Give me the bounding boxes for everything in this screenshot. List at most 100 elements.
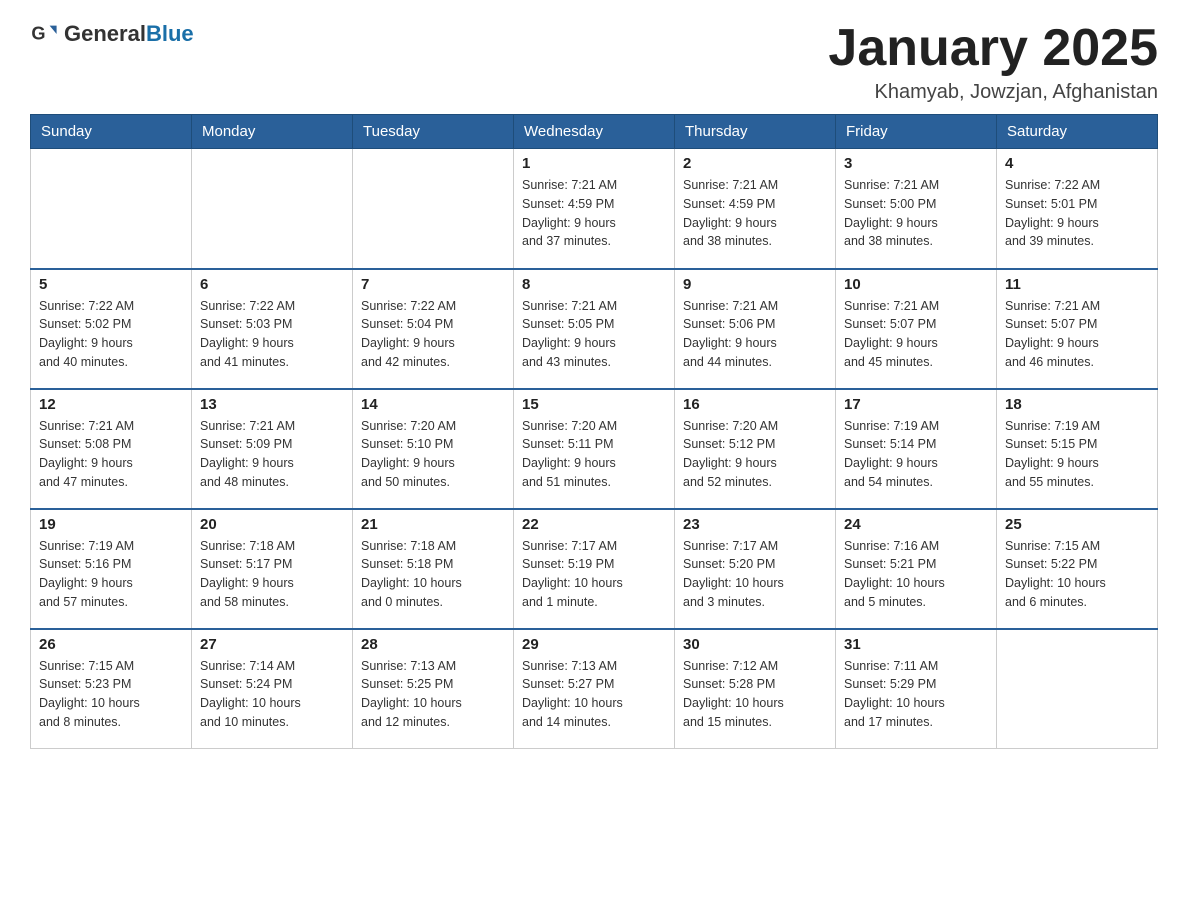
day-number: 16 bbox=[683, 396, 827, 413]
day-number: 24 bbox=[844, 516, 988, 533]
table-row: 31 Sunrise: 7:11 AM Sunset: 5:29 PM Dayli… bbox=[836, 629, 997, 749]
day-number: 1 bbox=[522, 155, 666, 172]
table-row: 5Sunrise: 7:22 AM Sunset: 5:02 PM Daylig… bbox=[31, 269, 192, 389]
day-info: Sunrise: 7:18 AM Sunset: 5:17 PM Dayligh… bbox=[200, 537, 344, 612]
day-number: 2 bbox=[683, 155, 827, 172]
table-row bbox=[192, 149, 353, 269]
logo-icon: G bbox=[30, 20, 58, 48]
day-info: Sunrise: 7:20 AM Sunset: 5:10 PM Dayligh… bbox=[361, 417, 505, 492]
day-number: 26 bbox=[39, 636, 183, 653]
table-row: 16Sunrise: 7:20 AM Sunset: 5:12 PM Dayli… bbox=[675, 389, 836, 509]
day-info: Sunrise: 7:15 AM Sunset: 5:23 PM Dayligh… bbox=[39, 657, 183, 732]
day-number: 27 bbox=[200, 636, 344, 653]
day-number: 28 bbox=[361, 636, 505, 653]
table-row: 4 Sunrise: 7:22 AM Sunset: 5:01 PM Daylig… bbox=[997, 149, 1158, 269]
table-row bbox=[997, 629, 1158, 749]
day-info: Sunrise: 7:21 AM Sunset: 5:09 PM Dayligh… bbox=[200, 417, 344, 492]
day-info: Sunrise: 7:22 AM Sunset: 5:01 PM Dayligh… bbox=[1005, 176, 1149, 251]
header-saturday: Saturday bbox=[997, 115, 1158, 149]
header-sunday: Sunday bbox=[31, 115, 192, 149]
table-row: 11 Sunrise: 7:21 AM Sunset: 5:07 PM Dayli… bbox=[997, 269, 1158, 389]
day-info: Sunrise: 7:13 AM Sunset: 5:25 PM Dayligh… bbox=[361, 657, 505, 732]
day-info: Sunrise: 7:18 AM Sunset: 5:18 PM Dayligh… bbox=[361, 537, 505, 612]
day-info: Sunrise: 7:21 AM Sunset: 5:06 PM Dayligh… bbox=[683, 297, 827, 372]
calendar-week-row: 19 Sunrise: 7:19 AM Sunset: 5:16 PM Dayli… bbox=[31, 509, 1158, 629]
table-row: 22 Sunrise: 7:17 AM Sunset: 5:19 PM Dayli… bbox=[514, 509, 675, 629]
day-info: Sunrise: 7:21 AM Sunset: 5:05 PM Dayligh… bbox=[522, 297, 666, 372]
table-row: 25Sunrise: 7:15 AM Sunset: 5:22 PM Dayli… bbox=[997, 509, 1158, 629]
logo-text-general: General bbox=[64, 21, 146, 46]
title-area: January 2025 Khamyab, Jowzjan, Afghanist… bbox=[828, 20, 1158, 104]
weekday-header-row: Sunday Monday Tuesday Wednesday Thursday… bbox=[31, 115, 1158, 149]
table-row: 7Sunrise: 7:22 AM Sunset: 5:04 PM Daylig… bbox=[353, 269, 514, 389]
day-number: 30 bbox=[683, 636, 827, 653]
day-number: 23 bbox=[683, 516, 827, 533]
table-row: 24 Sunrise: 7:16 AM Sunset: 5:21 PM Dayli… bbox=[836, 509, 997, 629]
day-info: Sunrise: 7:22 AM Sunset: 5:04 PM Dayligh… bbox=[361, 297, 505, 372]
table-row: 18Sunrise: 7:19 AM Sunset: 5:15 PM Dayli… bbox=[997, 389, 1158, 509]
table-row: 23 Sunrise: 7:17 AM Sunset: 5:20 PM Dayli… bbox=[675, 509, 836, 629]
table-row: 30Sunrise: 7:12 AM Sunset: 5:28 PM Dayli… bbox=[675, 629, 836, 749]
table-row: 29 Sunrise: 7:13 AM Sunset: 5:27 PM Dayli… bbox=[514, 629, 675, 749]
day-number: 8 bbox=[522, 276, 666, 293]
calendar-week-row: 26 Sunrise: 7:15 AM Sunset: 5:23 PM Dayli… bbox=[31, 629, 1158, 749]
logo-text-blue: Blue bbox=[146, 21, 194, 46]
table-row: 15 Sunrise: 7:20 AM Sunset: 5:11 PM Dayli… bbox=[514, 389, 675, 509]
day-info: Sunrise: 7:21 AM Sunset: 5:07 PM Dayligh… bbox=[1005, 297, 1149, 372]
calendar-week-row: 12Sunrise: 7:21 AM Sunset: 5:08 PM Dayli… bbox=[31, 389, 1158, 509]
day-number: 10 bbox=[844, 276, 988, 293]
day-info: Sunrise: 7:19 AM Sunset: 5:14 PM Dayligh… bbox=[844, 417, 988, 492]
day-number: 22 bbox=[522, 516, 666, 533]
day-info: Sunrise: 7:19 AM Sunset: 5:16 PM Dayligh… bbox=[39, 537, 183, 612]
day-number: 31 bbox=[844, 636, 988, 653]
day-info: Sunrise: 7:21 AM Sunset: 5:08 PM Dayligh… bbox=[39, 417, 183, 492]
table-row: 14 Sunrise: 7:20 AM Sunset: 5:10 PM Dayli… bbox=[353, 389, 514, 509]
table-row: 28 Sunrise: 7:13 AM Sunset: 5:25 PM Dayli… bbox=[353, 629, 514, 749]
table-row: 17 Sunrise: 7:19 AM Sunset: 5:14 PM Dayli… bbox=[836, 389, 997, 509]
table-row: 1 Sunrise: 7:21 AM Sunset: 4:59 PM Daylig… bbox=[514, 149, 675, 269]
day-info: Sunrise: 7:21 AM Sunset: 5:07 PM Dayligh… bbox=[844, 297, 988, 372]
table-row: 21 Sunrise: 7:18 AM Sunset: 5:18 PM Dayli… bbox=[353, 509, 514, 629]
day-number: 29 bbox=[522, 636, 666, 653]
day-info: Sunrise: 7:16 AM Sunset: 5:21 PM Dayligh… bbox=[844, 537, 988, 612]
calendar-table: Sunday Monday Tuesday Wednesday Thursday… bbox=[30, 114, 1158, 749]
day-number: 21 bbox=[361, 516, 505, 533]
svg-text:G: G bbox=[31, 24, 45, 44]
day-info: Sunrise: 7:11 AM Sunset: 5:29 PM Dayligh… bbox=[844, 657, 988, 732]
logo: G GeneralBlue bbox=[30, 20, 194, 48]
day-number: 15 bbox=[522, 396, 666, 413]
header-wednesday: Wednesday bbox=[514, 115, 675, 149]
day-info: Sunrise: 7:17 AM Sunset: 5:19 PM Dayligh… bbox=[522, 537, 666, 612]
table-row: 12Sunrise: 7:21 AM Sunset: 5:08 PM Dayli… bbox=[31, 389, 192, 509]
calendar-week-row: 5Sunrise: 7:22 AM Sunset: 5:02 PM Daylig… bbox=[31, 269, 1158, 389]
table-row: 20Sunrise: 7:18 AM Sunset: 5:17 PM Dayli… bbox=[192, 509, 353, 629]
month-title: January 2025 bbox=[828, 20, 1158, 77]
day-info: Sunrise: 7:20 AM Sunset: 5:11 PM Dayligh… bbox=[522, 417, 666, 492]
day-number: 14 bbox=[361, 396, 505, 413]
day-number: 11 bbox=[1005, 276, 1149, 293]
day-info: Sunrise: 7:22 AM Sunset: 5:03 PM Dayligh… bbox=[200, 297, 344, 372]
day-number: 6 bbox=[200, 276, 344, 293]
day-info: Sunrise: 7:13 AM Sunset: 5:27 PM Dayligh… bbox=[522, 657, 666, 732]
day-number: 9 bbox=[683, 276, 827, 293]
table-row: 6 Sunrise: 7:22 AM Sunset: 5:03 PM Daylig… bbox=[192, 269, 353, 389]
calendar-week-row: 1 Sunrise: 7:21 AM Sunset: 4:59 PM Daylig… bbox=[31, 149, 1158, 269]
header-friday: Friday bbox=[836, 115, 997, 149]
day-info: Sunrise: 7:14 AM Sunset: 5:24 PM Dayligh… bbox=[200, 657, 344, 732]
table-row: 19 Sunrise: 7:19 AM Sunset: 5:16 PM Dayli… bbox=[31, 509, 192, 629]
day-info: Sunrise: 7:22 AM Sunset: 5:02 PM Dayligh… bbox=[39, 297, 183, 372]
day-number: 17 bbox=[844, 396, 988, 413]
table-row: 2 Sunrise: 7:21 AM Sunset: 4:59 PM Daylig… bbox=[675, 149, 836, 269]
header-tuesday: Tuesday bbox=[353, 115, 514, 149]
table-row: 26 Sunrise: 7:15 AM Sunset: 5:23 PM Dayli… bbox=[31, 629, 192, 749]
day-info: Sunrise: 7:19 AM Sunset: 5:15 PM Dayligh… bbox=[1005, 417, 1149, 492]
day-info: Sunrise: 7:21 AM Sunset: 4:59 PM Dayligh… bbox=[522, 176, 666, 251]
day-number: 19 bbox=[39, 516, 183, 533]
header-thursday: Thursday bbox=[675, 115, 836, 149]
day-info: Sunrise: 7:21 AM Sunset: 4:59 PM Dayligh… bbox=[683, 176, 827, 251]
location: Khamyab, Jowzjan, Afghanistan bbox=[828, 81, 1158, 104]
table-row bbox=[31, 149, 192, 269]
day-number: 4 bbox=[1005, 155, 1149, 172]
day-info: Sunrise: 7:17 AM Sunset: 5:20 PM Dayligh… bbox=[683, 537, 827, 612]
day-info: Sunrise: 7:21 AM Sunset: 5:00 PM Dayligh… bbox=[844, 176, 988, 251]
